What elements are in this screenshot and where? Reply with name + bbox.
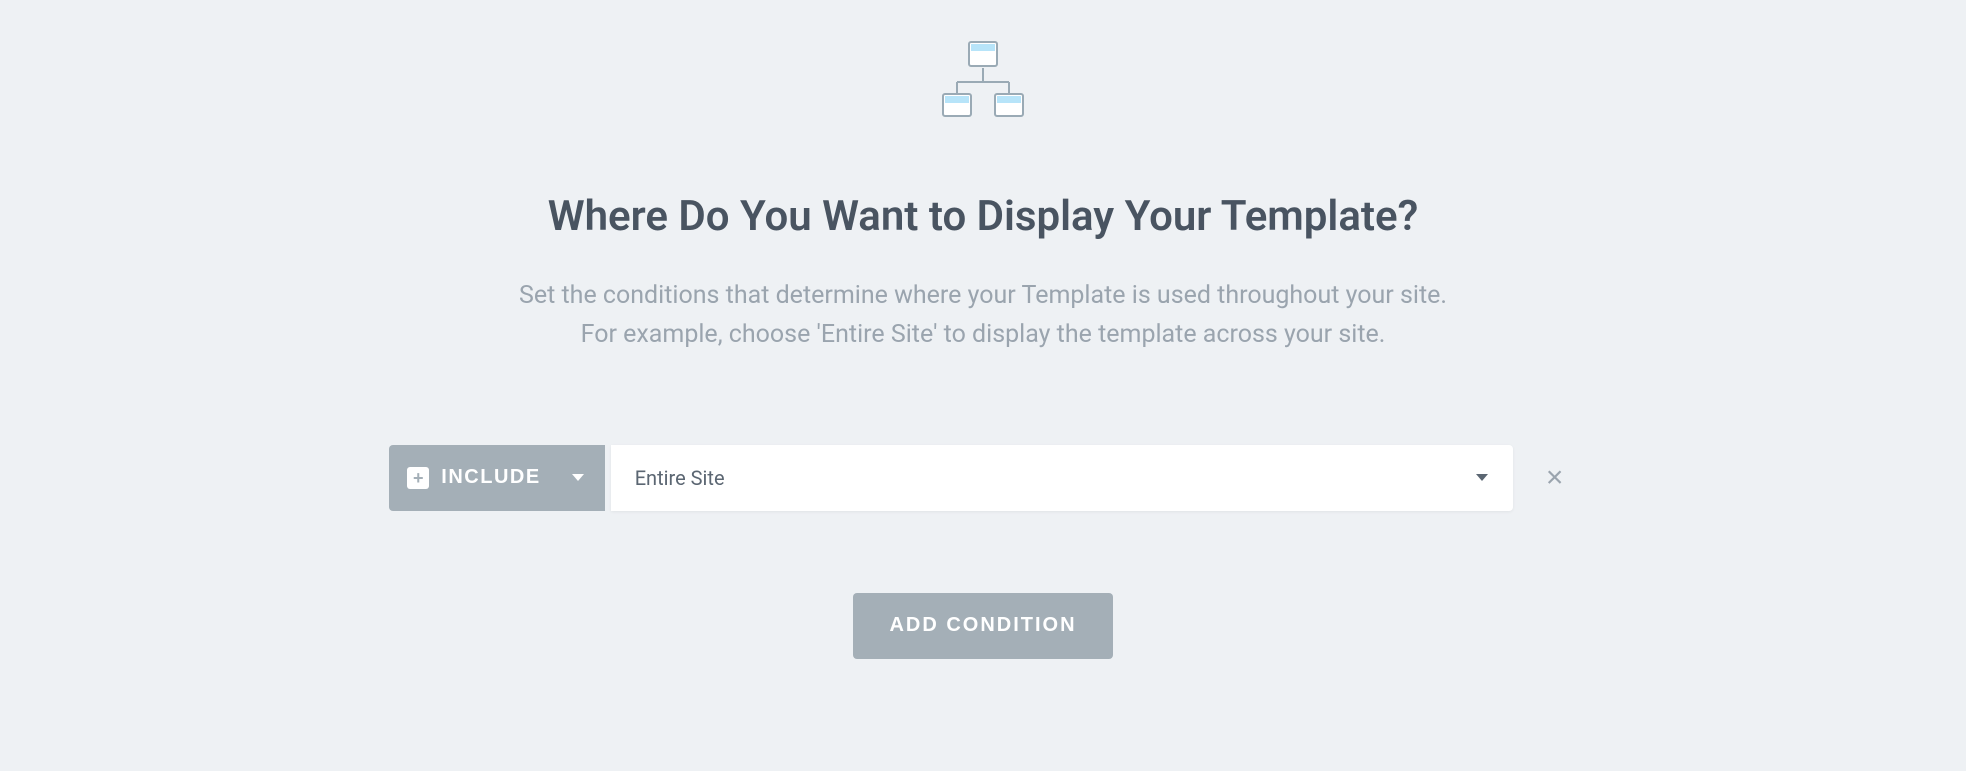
subtitle-line-1: Set the conditions that determine where … <box>519 281 1447 310</box>
subtitle-line-2: For example, choose 'Entire Site' to dis… <box>581 320 1386 349</box>
condition-row: + INCLUDE Entire Site × <box>389 445 1576 511</box>
page-subtitle: Set the conditions that determine where … <box>519 277 1447 355</box>
add-condition-button[interactable]: ADD CONDITION <box>853 593 1112 659</box>
remove-condition-button[interactable]: × <box>1533 456 1577 500</box>
include-mode-label: INCLUDE <box>441 466 540 489</box>
scope-select[interactable]: Entire Site <box>611 445 1513 511</box>
caret-down-icon <box>571 473 585 483</box>
include-mode-select[interactable]: + INCLUDE <box>389 445 604 511</box>
display-conditions-panel: Where Do You Want to Display Your Templa… <box>0 0 1966 771</box>
page-title: Where Do You Want to Display Your Templa… <box>548 192 1419 241</box>
close-icon: × <box>1546 461 1564 495</box>
scope-value: Entire Site <box>635 466 725 490</box>
caret-down-icon <box>1475 468 1489 487</box>
plus-icon: + <box>407 467 429 489</box>
sitemap-icon <box>939 40 1027 122</box>
